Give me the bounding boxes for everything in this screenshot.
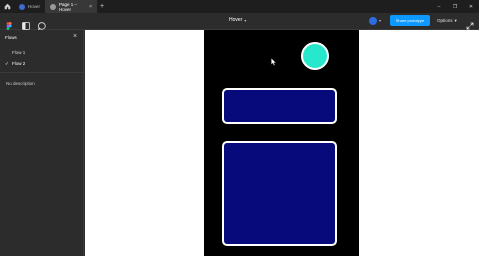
cursor-icon: [271, 53, 277, 66]
minimize-icon[interactable]: –: [431, 4, 447, 10]
tab-hover[interactable]: Hover: [14, 0, 45, 13]
file-icon: [50, 3, 57, 10]
options-label: Options: [437, 18, 453, 23]
sidebar-toggle-icon[interactable]: [22, 17, 30, 30]
teal-circle[interactable]: [301, 42, 329, 70]
chevron-down-icon: ▾: [244, 17, 247, 23]
new-tab-button[interactable]: +: [97, 3, 107, 10]
avatar[interactable]: [369, 17, 377, 25]
flow-label: Flow 2: [12, 61, 26, 66]
maximize-icon[interactable]: ❐: [447, 4, 463, 10]
tab-label: Page 1 – Hover: [59, 1, 78, 12]
chevron-down-icon: ▾: [454, 18, 457, 23]
window-controls: – ❐ ✕: [431, 4, 479, 10]
page-title[interactable]: Hover ▾: [229, 17, 246, 23]
share-prototype-button[interactable]: Share prototype: [390, 15, 430, 26]
tab-close-icon[interactable]: ×: [89, 4, 92, 10]
close-window-icon[interactable]: ✕: [463, 4, 479, 10]
prototype-frame[interactable]: [204, 30, 359, 256]
check-placeholder: [5, 50, 9, 55]
hover-card-large[interactable]: [222, 141, 337, 246]
prototype-canvas[interactable]: [85, 30, 479, 256]
check-icon: ✓: [5, 61, 9, 66]
expand-icon[interactable]: [466, 17, 474, 30]
flow-item-2[interactable]: ✓ Flow 2: [5, 61, 25, 67]
hover-card-small[interactable]: [222, 88, 337, 124]
home-icon[interactable]: [0, 0, 14, 13]
divider: [0, 72, 84, 73]
figma-logo-icon[interactable]: [5, 17, 13, 30]
file-icon: [19, 3, 25, 10]
close-icon[interactable]: ×: [73, 33, 77, 40]
tab-label: Hover: [28, 4, 41, 9]
tab-page-1-hover[interactable]: Page 1 – Hover ×: [45, 0, 98, 13]
flow-description: No description: [6, 81, 35, 86]
flow-item-1[interactable]: Flow 1: [5, 50, 25, 55]
panel-title: Flows: [5, 35, 17, 40]
title-bar: Hover Page 1 – Hover × + – ❐ ✕: [0, 0, 479, 13]
flows-panel: Flows × Flow 1 ✓ Flow 2 No description: [0, 30, 84, 256]
chevron-down-icon[interactable]: ▾: [379, 18, 381, 23]
comment-icon[interactable]: [37, 17, 46, 31]
page-title-label: Hover: [229, 17, 243, 23]
flow-label: Flow 1: [12, 50, 26, 55]
options-button[interactable]: Options ▾: [437, 18, 457, 24]
